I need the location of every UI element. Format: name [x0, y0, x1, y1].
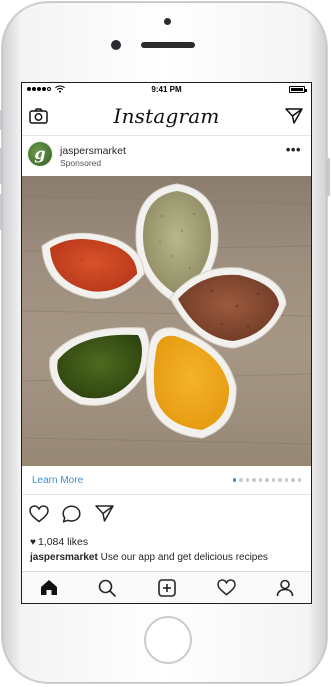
caption-username[interactable]: jaspersmarket — [30, 552, 98, 563]
app-header: Instagram — [22, 97, 311, 136]
avatar[interactable]: g — [27, 141, 53, 167]
learn-more-link[interactable]: Learn More — [32, 475, 83, 486]
cta-bar: Learn More — [22, 466, 311, 495]
status-bar: 9:41 PM — [22, 83, 311, 97]
caption-text: Use our app and get delicious recipes — [97, 552, 268, 563]
paper-plane-icon[interactable] — [285, 108, 303, 124]
add-post-icon[interactable] — [158, 579, 176, 597]
carousel-dot-active — [232, 478, 236, 482]
phone-screen: 9:41 PM Instagram g jaspersmarket Sponso… — [21, 82, 312, 604]
post-header: g jaspersmarket Sponsored ••• — [22, 136, 311, 176]
spice-bowls-illustration — [22, 183, 311, 445]
heart-outline-icon[interactable] — [29, 505, 49, 523]
carousel-dot — [265, 478, 269, 482]
sponsored-label: Sponsored — [60, 158, 102, 168]
search-icon[interactable] — [98, 579, 116, 597]
carousel-dot — [271, 478, 275, 482]
likes-count[interactable]: ♥ 1,084 likes — [30, 536, 88, 548]
earpiece-speaker — [141, 42, 195, 48]
comment-icon[interactable] — [62, 505, 81, 523]
battery-icon — [289, 86, 307, 93]
app-logo: Instagram — [113, 104, 220, 128]
carousel-dot — [297, 478, 301, 482]
likes-heart-icon: ♥ — [30, 537, 36, 548]
carousel-dot — [245, 478, 249, 482]
share-icon[interactable] — [95, 505, 114, 522]
post-caption: jaspersmarket Use our app and get delici… — [30, 552, 311, 563]
status-time: 9:41 PM — [151, 85, 182, 94]
power-button — [327, 158, 330, 196]
volume-up-button — [0, 148, 2, 184]
carousel-dot — [239, 478, 243, 482]
profile-icon[interactable] — [276, 579, 294, 597]
carousel-dot — [252, 478, 256, 482]
home-icon[interactable] — [40, 579, 58, 596]
proximity-sensor — [164, 18, 171, 25]
carousel-indicator — [232, 478, 301, 482]
post-image[interactable] — [22, 176, 311, 466]
carousel-dot — [291, 478, 295, 482]
home-button[interactable] — [144, 616, 192, 664]
carousel-dot — [258, 478, 262, 482]
front-camera — [111, 40, 121, 50]
post-actions — [22, 501, 311, 527]
post-username[interactable]: jaspersmarket — [60, 145, 126, 157]
mute-switch — [0, 110, 2, 130]
volume-down-button — [0, 194, 2, 230]
likes-text: 1,084 likes — [37, 536, 89, 548]
carousel-dot — [278, 478, 282, 482]
activity-heart-icon[interactable] — [217, 579, 236, 596]
carousel-dot — [284, 478, 288, 482]
more-options-button[interactable]: ••• — [286, 142, 301, 157]
bottom-tab-bar — [22, 571, 311, 603]
